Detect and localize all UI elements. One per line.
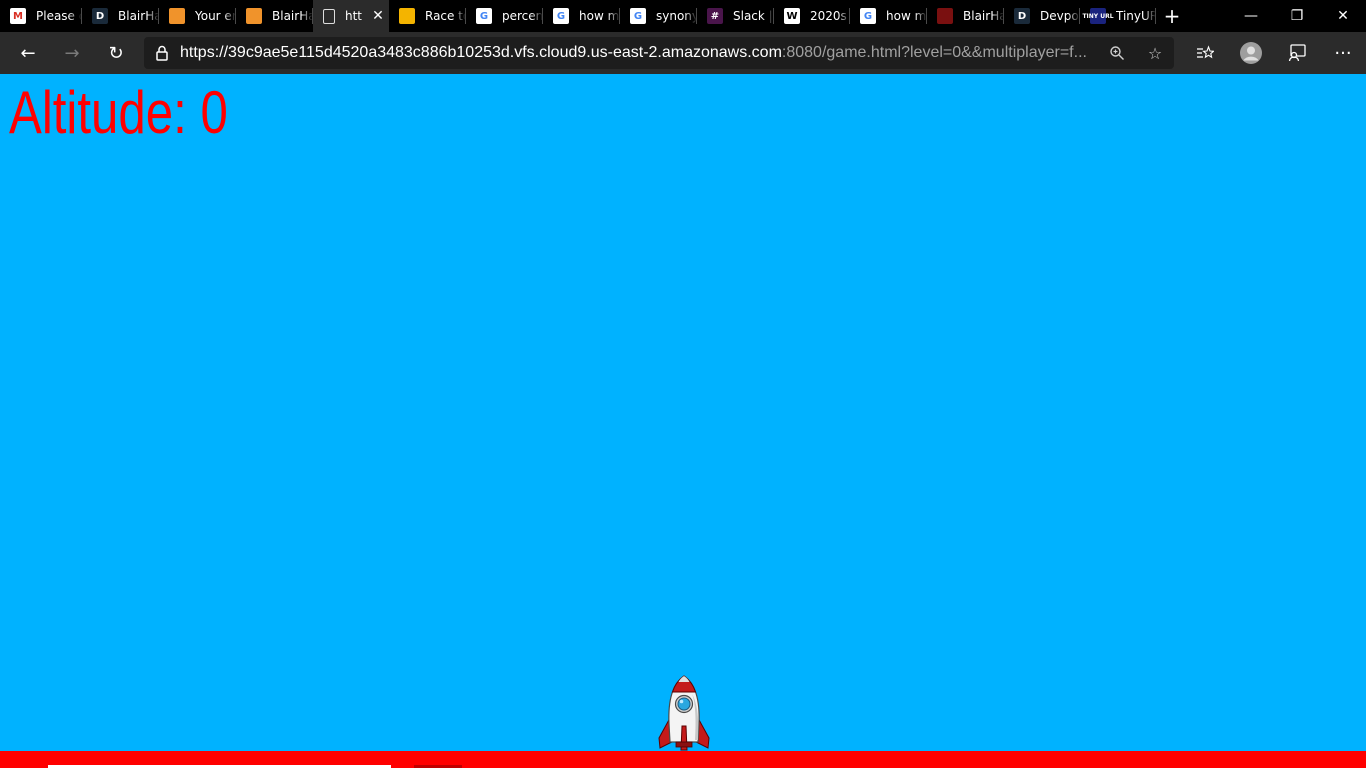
- tab-title: Devpos: [1040, 9, 1080, 23]
- tab-title: BlairHa: [963, 9, 1004, 23]
- tab-devpost-1[interactable]: D BlairHa: [82, 0, 159, 32]
- back-arrow-icon: ←: [20, 42, 36, 64]
- tinyurl-icon: TINY URL: [1082, 8, 1114, 24]
- page-icon: [323, 8, 335, 24]
- slack-icon: #: [707, 8, 723, 24]
- tab-package-2[interactable]: BlairHa: [236, 0, 313, 32]
- slides-icon: [399, 8, 415, 24]
- refresh-button[interactable]: ↻: [94, 32, 138, 74]
- favorite-star-icon[interactable]: ☆: [1136, 44, 1174, 63]
- forward-arrow-icon: →: [64, 42, 80, 64]
- tab-title: Race to: [425, 9, 466, 23]
- tab-google-4[interactable]: G how m: [850, 0, 927, 32]
- new-tab-button[interactable]: +: [1156, 0, 1188, 32]
- wikipedia-icon: W: [784, 8, 800, 24]
- tab-title: how m: [886, 9, 927, 23]
- restore-button[interactable]: ❐: [1274, 0, 1320, 32]
- gmail-icon: M: [10, 8, 26, 24]
- google-icon: G: [860, 8, 876, 24]
- refresh-icon: ↻: [108, 42, 124, 64]
- favorites-button[interactable]: [1182, 32, 1228, 74]
- rocket-icon: [658, 675, 710, 751]
- package-icon: [169, 8, 185, 24]
- tab-google-2[interactable]: G how m: [543, 0, 620, 32]
- tab-title: percent: [502, 9, 543, 23]
- google-icon: G: [553, 8, 569, 24]
- tab-title: synony: [656, 9, 697, 23]
- feedback-button[interactable]: [1274, 32, 1320, 74]
- tab-title: BlairHa: [272, 9, 313, 23]
- tab-title: TinyUR: [1116, 9, 1156, 23]
- tab-title: how m: [579, 9, 620, 23]
- package-icon: [246, 8, 262, 24]
- tab-slack[interactable]: # Slack |: [697, 0, 774, 32]
- tab-wikipedia[interactable]: W 2020s i: [774, 0, 850, 32]
- tab-active-game[interactable]: htt ✕: [313, 0, 389, 32]
- close-window-button[interactable]: ✕: [1320, 0, 1366, 32]
- forward-button[interactable]: →: [50, 32, 94, 74]
- google-icon: G: [630, 8, 646, 24]
- bug-icon: [937, 8, 953, 24]
- tab-title: Please c: [36, 9, 82, 23]
- feedback-icon: [1288, 44, 1306, 62]
- tab-title: Slack |: [733, 9, 773, 23]
- url-text[interactable]: https://39c9ae5e115d4520a3483c886b10253d…: [180, 44, 1098, 62]
- tab-title: htt: [345, 9, 363, 23]
- tab-gmail[interactable]: M Please c: [0, 0, 82, 32]
- tab-google-3[interactable]: G synony: [620, 0, 697, 32]
- url-host: https://39c9ae5e115d4520a3483c886b10253d…: [180, 44, 782, 61]
- lock-icon[interactable]: [144, 45, 180, 61]
- window-controls: — ❐ ✕: [1228, 0, 1366, 32]
- address-bar[interactable]: https://39c9ae5e115d4520a3483c886b10253d…: [144, 37, 1174, 69]
- browser-toolbar: ← → ↻ https://39c9ae5e115d4520a3483c886b…: [0, 32, 1366, 74]
- tab-devpost-2[interactable]: D Devpos: [1004, 0, 1080, 32]
- game-canvas[interactable]: Altitude: 0: [0, 74, 1366, 768]
- tab-google-1[interactable]: G percent: [466, 0, 543, 32]
- back-button[interactable]: ←: [6, 32, 50, 74]
- more-icon: ···: [1334, 42, 1352, 64]
- zoom-icon[interactable]: [1098, 45, 1136, 61]
- devpost-icon: D: [1014, 8, 1030, 24]
- avatar-icon: [1240, 42, 1262, 64]
- more-menu-button[interactable]: ···: [1320, 32, 1366, 74]
- tab-package-1[interactable]: Your er: [159, 0, 236, 32]
- minimize-button[interactable]: —: [1228, 0, 1274, 32]
- altitude-readout: Altitude: 0: [9, 79, 228, 146]
- devpost-icon: D: [92, 8, 108, 24]
- tab-title: BlairHa: [118, 9, 159, 23]
- tab-title: 2020s i: [810, 9, 850, 23]
- google-icon: G: [476, 8, 492, 24]
- tab-tinyurl[interactable]: TINY URL TinyUR: [1080, 0, 1156, 32]
- tab-strip: M Please c D BlairHa Your er BlairHa htt…: [0, 0, 1366, 32]
- url-path: :8080/game.html?level=0&&multiplayer=f..…: [781, 44, 1087, 61]
- tab-slides[interactable]: Race to: [389, 0, 466, 32]
- favorites-list-icon: [1197, 45, 1214, 59]
- toolbar-right-buttons: ···: [1182, 32, 1366, 74]
- close-tab-icon[interactable]: ✕: [367, 8, 389, 24]
- profile-button[interactable]: [1228, 32, 1274, 74]
- tab-bug[interactable]: BlairHa: [927, 0, 1004, 32]
- tab-title: Your er: [195, 9, 236, 23]
